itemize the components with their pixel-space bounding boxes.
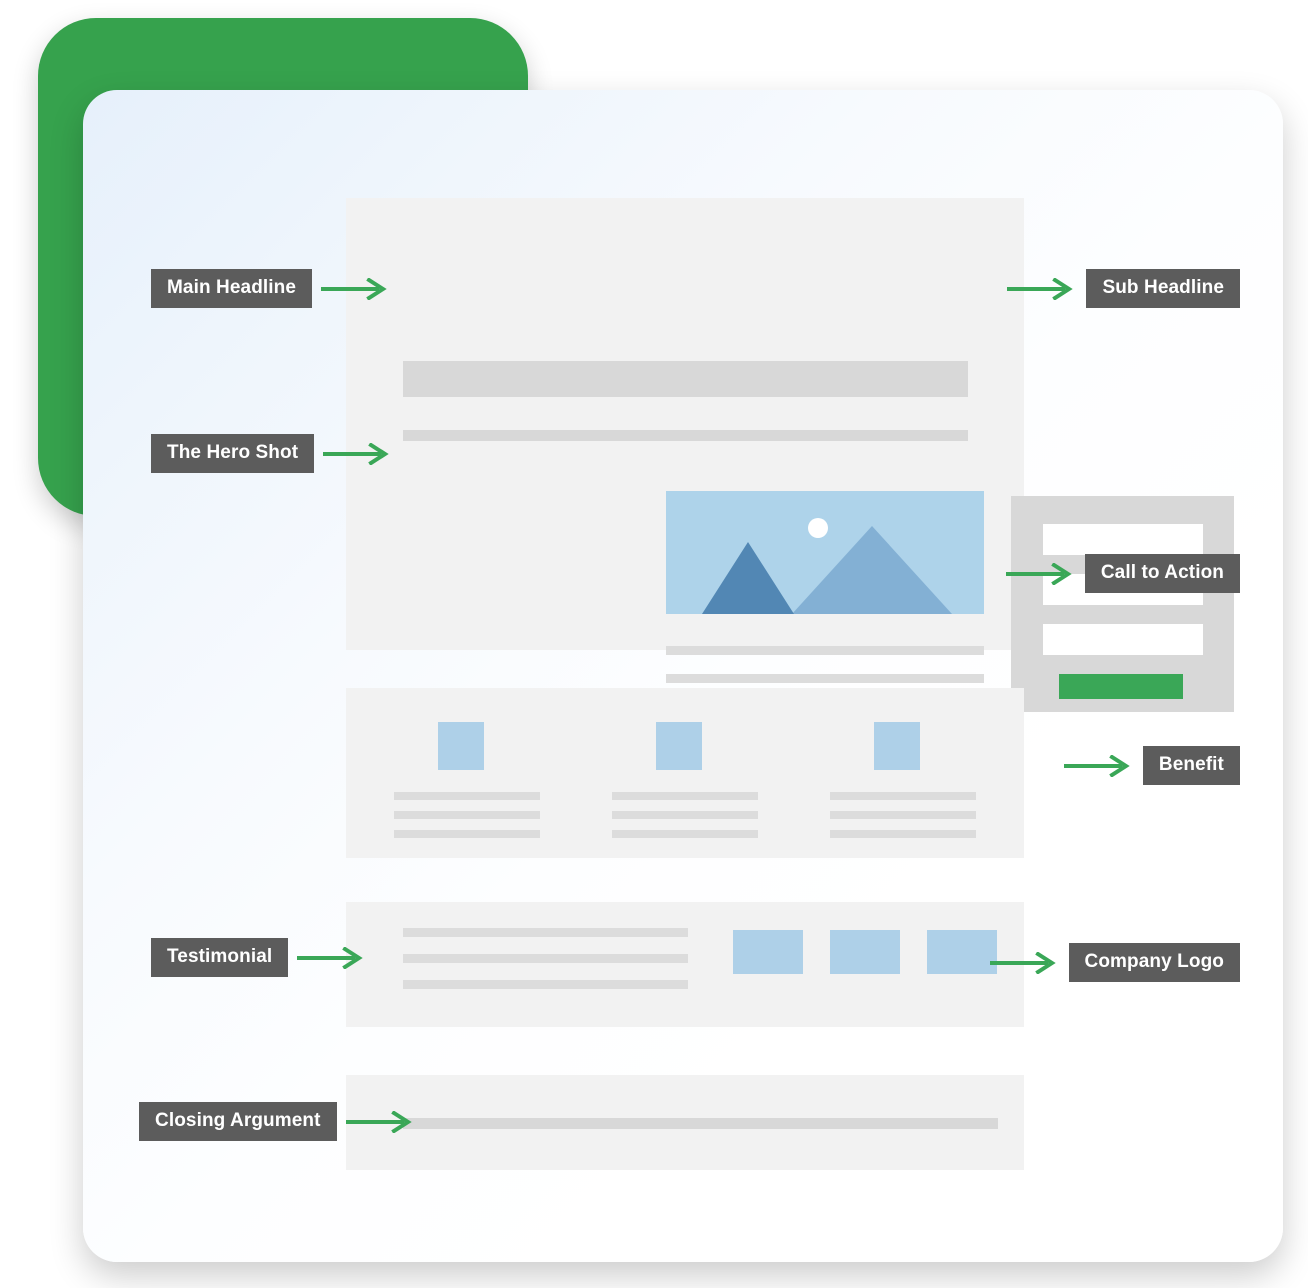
label-benefit: Benefit [1142, 746, 1240, 785]
label-sub-headline: Sub Headline [1086, 269, 1240, 308]
benefit-text-line [830, 792, 976, 800]
callout-closing-argument: Closing Argument [139, 1102, 416, 1141]
sub-headline-bar [403, 430, 968, 441]
benefit-text-line [394, 830, 540, 838]
signup-form-placeholder [1011, 496, 1234, 712]
label-hero-shot: The Hero Shot [151, 434, 315, 473]
company-logo-placeholder [927, 930, 997, 974]
mountain-front-shape [702, 539, 794, 614]
form-input-field[interactable] [1043, 524, 1203, 555]
testimonial-quote-lines [403, 928, 688, 1006]
testimonial-text-line [403, 954, 688, 963]
benefit-text-line [830, 830, 976, 838]
benefit-text-lines [394, 792, 540, 849]
label-company-logo: Company Logo [1068, 943, 1240, 982]
benefit-text-line [394, 811, 540, 819]
cta-button[interactable] [1059, 674, 1183, 699]
mountain-back-shape [792, 523, 952, 614]
arrow-right-icon [297, 946, 363, 969]
arrow-right-icon [1007, 277, 1074, 300]
benefit-text-line [612, 792, 758, 800]
arrow-right-icon [323, 442, 389, 465]
arrow-right-icon [1005, 562, 1072, 585]
benefit-icon [438, 722, 484, 770]
hero-image-placeholder [666, 491, 984, 614]
company-logo-placeholder [830, 930, 900, 974]
arrow-right-icon [321, 277, 387, 300]
arrow-right-icon [345, 1110, 412, 1133]
company-logo-placeholder [733, 930, 803, 974]
hero-body-line [666, 674, 984, 683]
callout-hero-shot: The Hero Shot [151, 434, 393, 473]
label-testimonial: Testimonial [151, 938, 289, 977]
callout-testimonial: Testimonial [151, 938, 367, 977]
callout-benefit: Benefit [1063, 746, 1240, 785]
benefits-section [346, 688, 1024, 858]
testimonial-text-line [403, 980, 688, 989]
benefit-text-lines [612, 792, 758, 849]
closing-section [346, 1075, 1024, 1170]
label-call-to-action: Call to Action [1084, 554, 1240, 593]
benefit-icon [656, 722, 702, 770]
callout-company-logo: Company Logo [989, 943, 1240, 982]
benefit-text-line [394, 792, 540, 800]
benefit-icon [874, 722, 920, 770]
benefit-text-lines [830, 792, 976, 849]
main-headline-bar [403, 361, 968, 397]
callout-sub-headline: Sub Headline [1007, 269, 1240, 308]
benefit-text-line [830, 811, 976, 819]
label-closing-argument: Closing Argument [139, 1102, 337, 1141]
callout-call-to-action: Call to Action [1005, 554, 1240, 593]
arrow-right-icon [989, 951, 1056, 974]
form-input-field[interactable] [1043, 624, 1203, 655]
callout-main-headline: Main Headline [151, 269, 391, 308]
hero-section [346, 198, 1234, 712]
testimonial-section [346, 902, 1024, 1027]
benefit-text-line [612, 811, 758, 819]
benefit-text-line [612, 830, 758, 838]
landing-page-anatomy-diagram: Main Headline The Hero Shot Testimonial … [0, 0, 1308, 1288]
closing-argument-bar [403, 1118, 998, 1129]
label-main-headline: Main Headline [151, 269, 313, 308]
white-content-card [83, 90, 1283, 1262]
testimonial-text-line [403, 928, 688, 937]
hero-body-line [666, 646, 984, 655]
arrow-right-icon [1063, 754, 1130, 777]
